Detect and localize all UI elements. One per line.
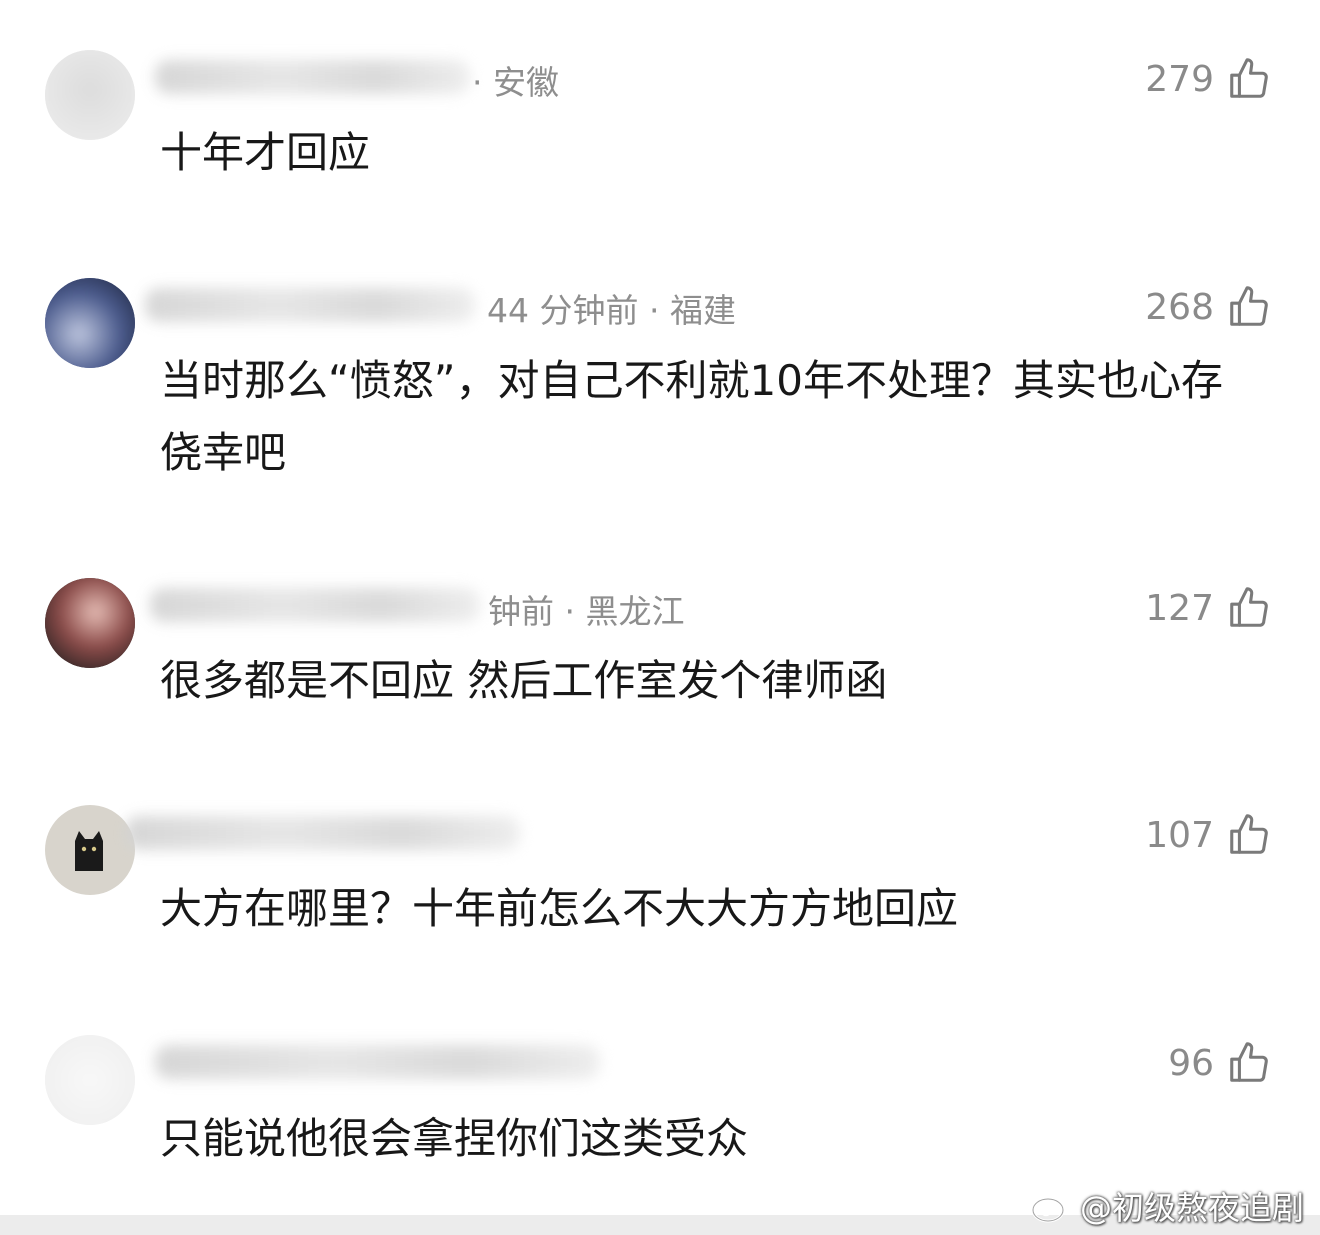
weibo-logo-icon — [1031, 1192, 1072, 1223]
avatar[interactable] — [45, 805, 135, 895]
avatar[interactable] — [45, 578, 135, 668]
username-blurred[interactable] — [155, 1045, 600, 1079]
thumbs-up-icon[interactable] — [1226, 1040, 1272, 1086]
username-blurred[interactable] — [150, 588, 480, 622]
watermark-text: @初级熬夜追剧 — [1079, 1189, 1304, 1227]
thumbs-up-icon[interactable] — [1226, 812, 1272, 858]
like-count: 96 — [1168, 1042, 1214, 1084]
comment-text: 当时那么“愤怒”，对自己不利就10年不处理？其实也心存侥幸吧 — [160, 356, 1223, 477]
like-group[interactable]: 107 — [1145, 812, 1272, 858]
username-blurred[interactable] — [155, 60, 470, 94]
like-count: 127 — [1145, 587, 1214, 629]
username-blurred[interactable] — [125, 816, 520, 850]
thumbs-up-icon[interactable] — [1226, 56, 1272, 102]
thumbs-up-icon[interactable] — [1226, 585, 1272, 631]
like-count: 107 — [1145, 814, 1214, 856]
like-group[interactable]: 96 — [1168, 1040, 1272, 1086]
like-group[interactable]: 127 — [1145, 585, 1272, 631]
comment-text: 大方在哪里？十年前怎么不大大方方地回应 — [160, 884, 959, 933]
thumbs-up-icon[interactable] — [1226, 284, 1272, 330]
avatar[interactable] — [45, 1035, 135, 1125]
like-group[interactable]: 279 — [1145, 56, 1272, 102]
comment-text: 十年才回应 — [160, 128, 371, 177]
comment-meta: 钟前 · 黑龙江 — [488, 592, 685, 631]
comment-meta: 44 分钟前 · 福建 — [487, 291, 736, 330]
comment-text: 很多都是不回应 然后工作室发个律师函 — [160, 656, 888, 705]
like-count: 268 — [1145, 286, 1214, 328]
like-count: 279 — [1145, 58, 1214, 100]
avatar[interactable] — [45, 278, 135, 368]
avatar[interactable] — [45, 50, 135, 140]
comment-text: 只能说他很会拿捏你们这类受众 — [160, 1114, 749, 1163]
like-group[interactable]: 268 — [1145, 284, 1272, 330]
watermark: @初级熬夜追剧 — [1030, 1183, 1304, 1229]
cat-silhouette-icon — [75, 831, 103, 871]
comment-meta: · 安徽 — [472, 63, 559, 102]
username-blurred[interactable] — [145, 288, 475, 322]
